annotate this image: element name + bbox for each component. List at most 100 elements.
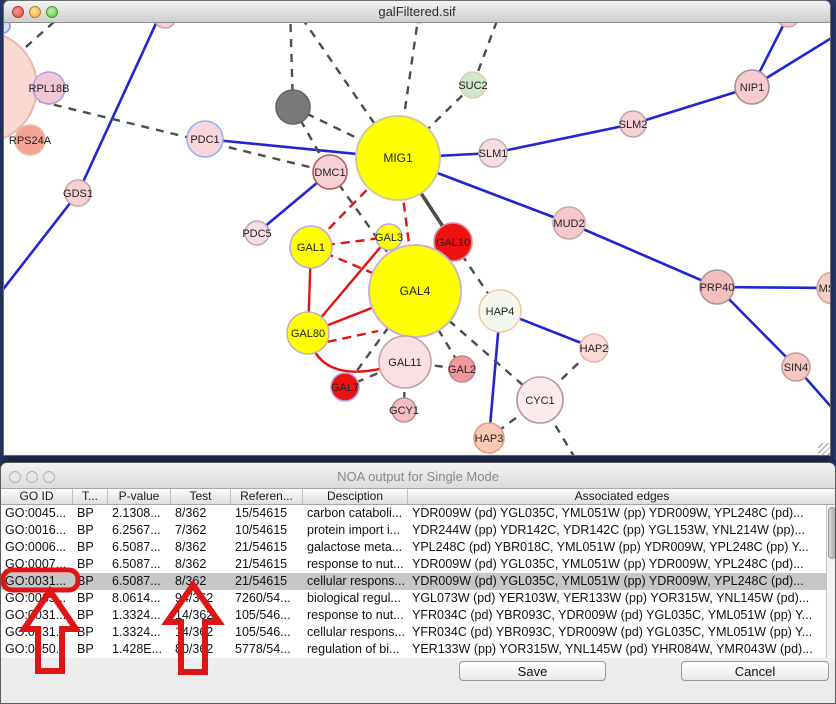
edge-SLM2-NIP1[interactable]: [633, 87, 752, 124]
cell-associated-edges: YFR034C (pd) YBR093C, YDR009W (pd) YGL03…: [408, 624, 836, 641]
node-label-MIG1: MIG1: [383, 151, 413, 165]
table-row[interactable]: GO:0031...BP1.3324...14/362105/546...cel…: [1, 624, 836, 641]
cell-p-value: 1.3324...: [108, 607, 171, 624]
node-gray-node[interactable]: [276, 90, 310, 124]
node-label-HAP2: HAP2: [580, 343, 609, 355]
node-top-pink[interactable]: [154, 23, 176, 28]
cell-reference: 21/54615: [231, 539, 303, 556]
cell-p-value: 6.5087...: [108, 556, 171, 573]
node-label-SLM1: SLM1: [479, 148, 508, 160]
table-row[interactable]: GO:0065...BP8.0614...94/3627260/54...bio…: [1, 590, 836, 607]
node-label-HAP4: HAP4: [486, 306, 515, 318]
noa-results-table: GO ID T... P-value Test Referen... Desci…: [1, 489, 836, 658]
column-header-type[interactable]: T...: [73, 489, 108, 504]
cell-associated-edges: YDR244W (pp) YDR142C, YDR142C (pp) YGL15…: [408, 522, 836, 539]
column-header-reference[interactable]: Referen...: [231, 489, 303, 504]
table-row[interactable]: GO:0006...BP6.5087...8/36221/54615galact…: [1, 539, 836, 556]
noa-window: NOA output for Single Mode GO ID T... P-…: [0, 462, 836, 704]
node-label-PDC1: PDC1: [190, 134, 219, 146]
cell-type: BP: [73, 624, 108, 641]
node-label-GAL7: GAL7: [331, 382, 359, 394]
cell-p-value: 6.5087...: [108, 573, 171, 590]
node-corner-blue[interactable]: [4, 23, 10, 33]
edge-MUD2-PRP40[interactable]: [569, 223, 717, 287]
cell-associated-edges: YFR034C (pd) YBR093C, YDR009W (pd) YGL03…: [408, 607, 836, 624]
cell-test: 94/362: [171, 590, 231, 607]
cell-type: BP: [73, 573, 108, 590]
cell-desciption: response to nut...: [303, 556, 408, 573]
cell-desciption: protein import i...: [303, 522, 408, 539]
scrollbar-thumb[interactable]: [828, 507, 836, 559]
cell-reference: 5778/54...: [231, 641, 303, 658]
cell-associated-edges: YER133W (pp) YOR315W, YNL145W (pd) YHR08…: [408, 641, 836, 658]
cell-go-id: GO:0007...: [1, 556, 73, 573]
noa-window-titlebar[interactable]: NOA output for Single Mode: [1, 463, 835, 489]
column-header-associated-edges[interactable]: Associated edges: [408, 489, 836, 504]
cell-reference: 105/546...: [231, 624, 303, 641]
cell-type: BP: [73, 522, 108, 539]
node-label-GAL4: GAL4: [400, 284, 431, 298]
cell-go-id: GO:0031...: [1, 624, 73, 641]
node-label-GAL10: GAL10: [436, 237, 470, 249]
column-header-desciption[interactable]: Desciption: [303, 489, 408, 504]
cell-go-id: GO:0016...: [1, 522, 73, 539]
cell-go-id: GO:0065...: [1, 590, 73, 607]
edge-pt-GDS1[interactable]: [78, 23, 164, 193]
cell-type: BP: [73, 539, 108, 556]
resize-grip[interactable]: [818, 443, 831, 456]
cell-desciption: cellular respons...: [303, 624, 408, 641]
table-scrollbar[interactable]: [826, 505, 836, 658]
node-label-SUC2: SUC2: [458, 80, 487, 92]
cell-type: BP: [73, 641, 108, 658]
cell-go-id: GO:0045...: [1, 505, 73, 522]
table-row[interactable]: GO:0031...BP6.5087...8/36221/54615cellul…: [1, 573, 836, 590]
cell-type: BP: [73, 607, 108, 624]
cell-associated-edges: YDR009W (pd) YGL035C, YML051W (pp) YDR00…: [408, 505, 836, 522]
edge-GDS1-pt[interactable]: [4, 193, 78, 292]
cell-reference: 105/546...: [231, 607, 303, 624]
node-label-GAL80: GAL80: [291, 328, 325, 340]
column-header-p-value[interactable]: P-value: [108, 489, 171, 504]
save-button[interactable]: Save: [459, 661, 606, 681]
node-label-SLM2: SLM2: [619, 119, 648, 131]
node-label-DMC1: DMC1: [314, 167, 345, 179]
node-label-NIP1: NIP1: [740, 82, 764, 94]
node-label-PDC5: PDC5: [242, 228, 271, 240]
cell-desciption: galactose meta...: [303, 539, 408, 556]
network-canvas[interactable]: RPL18BRPS24AGDS1PDC1DMC1MIG1SUC2SLM1SLM2…: [4, 23, 831, 456]
table-row[interactable]: GO:0045...BP2.1308...8/36215/54615carbon…: [1, 505, 836, 522]
cell-reference: 15/54615: [231, 505, 303, 522]
cell-test: 14/362: [171, 624, 231, 641]
table-body: GO:0045...BP2.1308...8/36215/54615carbon…: [1, 505, 836, 658]
column-header-go-id[interactable]: GO ID: [1, 489, 73, 504]
table-row[interactable]: GO:0007...BP6.5087...8/36221/54615respon…: [1, 556, 836, 573]
node-label-CYC1: CYC1: [525, 395, 554, 407]
node-tr-pink[interactable]: [777, 23, 799, 27]
table-row[interactable]: GO:0050...BP1.428E...80/3625778/54...reg…: [1, 641, 836, 658]
cell-go-id: GO:0031...: [1, 607, 73, 624]
node-label-RPL18B: RPL18B: [29, 83, 70, 95]
node-label-GAL2: GAL2: [448, 364, 476, 376]
cell-go-id: GO:0050...: [1, 641, 73, 658]
cell-test: 8/362: [171, 505, 231, 522]
column-header-test[interactable]: Test: [171, 489, 231, 504]
cell-p-value: 6.2567...: [108, 522, 171, 539]
node-label-PRP40: PRP40: [700, 282, 735, 294]
cell-p-value: 8.0614...: [108, 590, 171, 607]
node-label-SIN4: SIN4: [784, 362, 808, 374]
table-row[interactable]: GO:0016...BP6.2567...7/36210/54615protei…: [1, 522, 836, 539]
cell-test: 8/362: [171, 573, 231, 590]
cancel-button[interactable]: Cancel: [681, 661, 829, 681]
network-window-titlebar[interactable]: galFiltered.sif: [4, 1, 830, 23]
noa-footer: Save Cancel: [1, 658, 835, 704]
network-window-title: galFiltered.sif: [4, 4, 830, 19]
cell-p-value: 1.428E...: [108, 641, 171, 658]
node-label-MSL5: MSL5: [819, 283, 831, 295]
desktop: galFiltered.sif RPL18BRPS24AGDS1PDC1DMC1…: [0, 0, 836, 704]
cell-type: BP: [73, 590, 108, 607]
cell-reference: 10/54615: [231, 522, 303, 539]
edge-SLM1-SLM2[interactable]: [493, 124, 633, 153]
table-row[interactable]: GO:0031...BP1.3324...14/362105/546...res…: [1, 607, 836, 624]
node-label-GDS1: GDS1: [63, 188, 93, 200]
cell-associated-edges: YDR009W (pd) YGL035C, YML051W (pp) YDR00…: [408, 573, 836, 590]
